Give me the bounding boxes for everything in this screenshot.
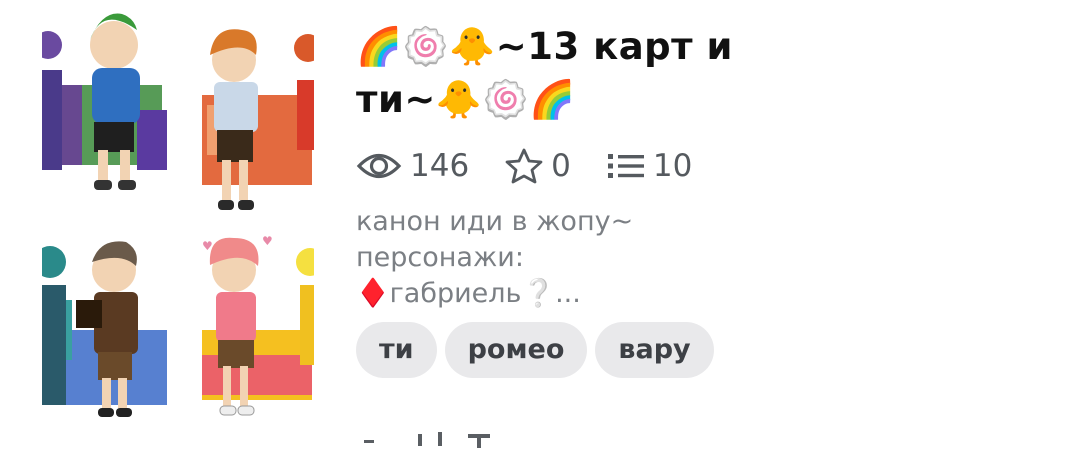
tag-ti[interactable]: ти [356,322,437,378]
description-line-2: персонажи: [356,242,524,273]
tag-list: ти ромео вару [356,322,1056,378]
description-line-1: канон иди в жопу~ [356,206,634,237]
svg-text:♥: ♥ [202,239,213,253]
cover-illustration: ♥ ♥ [42,13,314,417]
post-title-line1: 🌈🍥🐥~13 карт и [356,25,733,68]
cutoff-glyphs [364,432,490,448]
likes-count: 0 [551,148,571,184]
items-stat: 10 [607,148,692,184]
post-title[interactable]: 🌈🍥🐥~13 карт и ти~🐥🍥🌈 [356,20,1056,126]
svg-text:♥: ♥ [262,234,273,248]
next-line-cutoff [360,428,520,456]
likes-stat[interactable]: 0 [505,148,571,184]
post-title-line2: ти~🐥🍥🌈 [356,78,576,121]
eye-icon [356,153,402,179]
post-description: канон иди в жопу~ персонажи: ♦️габриель❔… [356,204,1056,312]
views-stat: 146 [356,148,469,184]
items-count: 10 [652,148,693,184]
tag-romeo[interactable]: ромео [444,322,588,378]
cover-image[interactable]: ♥ ♥ [42,0,314,436]
post-info: 🌈🍥🐥~13 карт и ти~🐥🍥🌈 146 0 10 канон иди … [356,20,1056,378]
list-icon [607,154,644,178]
tag-varu[interactable]: вару [595,322,714,378]
post-card[interactable]: ♥ ♥ 🌈🍥🐥~13 карт и ти~🐥🍥🌈 146 0 10 канон … [0,0,1080,456]
views-count: 146 [410,148,470,184]
post-stats: 146 0 10 [356,146,1056,186]
star-icon [505,148,543,184]
description-line-3: ♦️габриель❔... [356,278,581,309]
